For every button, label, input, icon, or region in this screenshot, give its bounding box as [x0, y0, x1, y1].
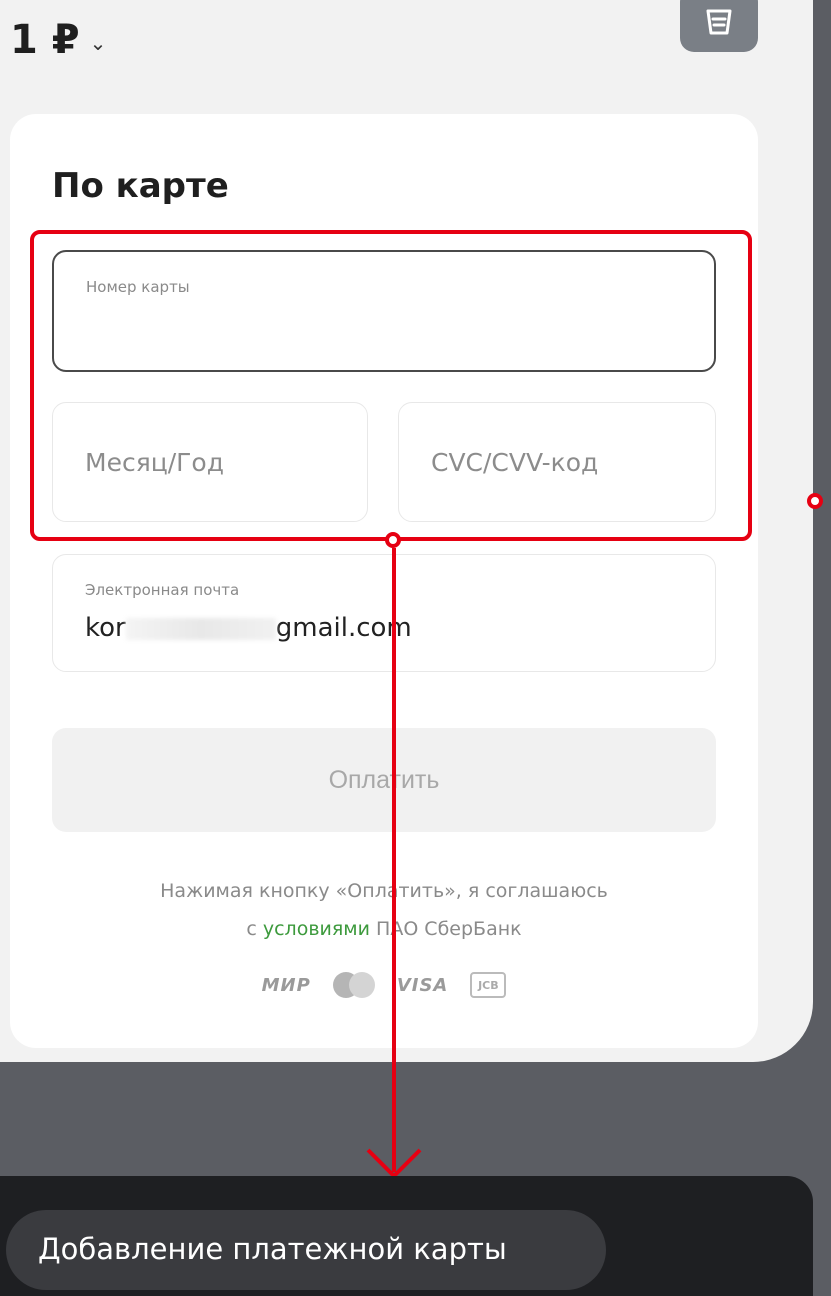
- caption-text: Добавление платежной карты: [38, 1232, 507, 1266]
- annotation-arrow: [366, 548, 422, 1178]
- annotation-dot-right: [807, 493, 823, 509]
- annotation-dot: [385, 532, 401, 548]
